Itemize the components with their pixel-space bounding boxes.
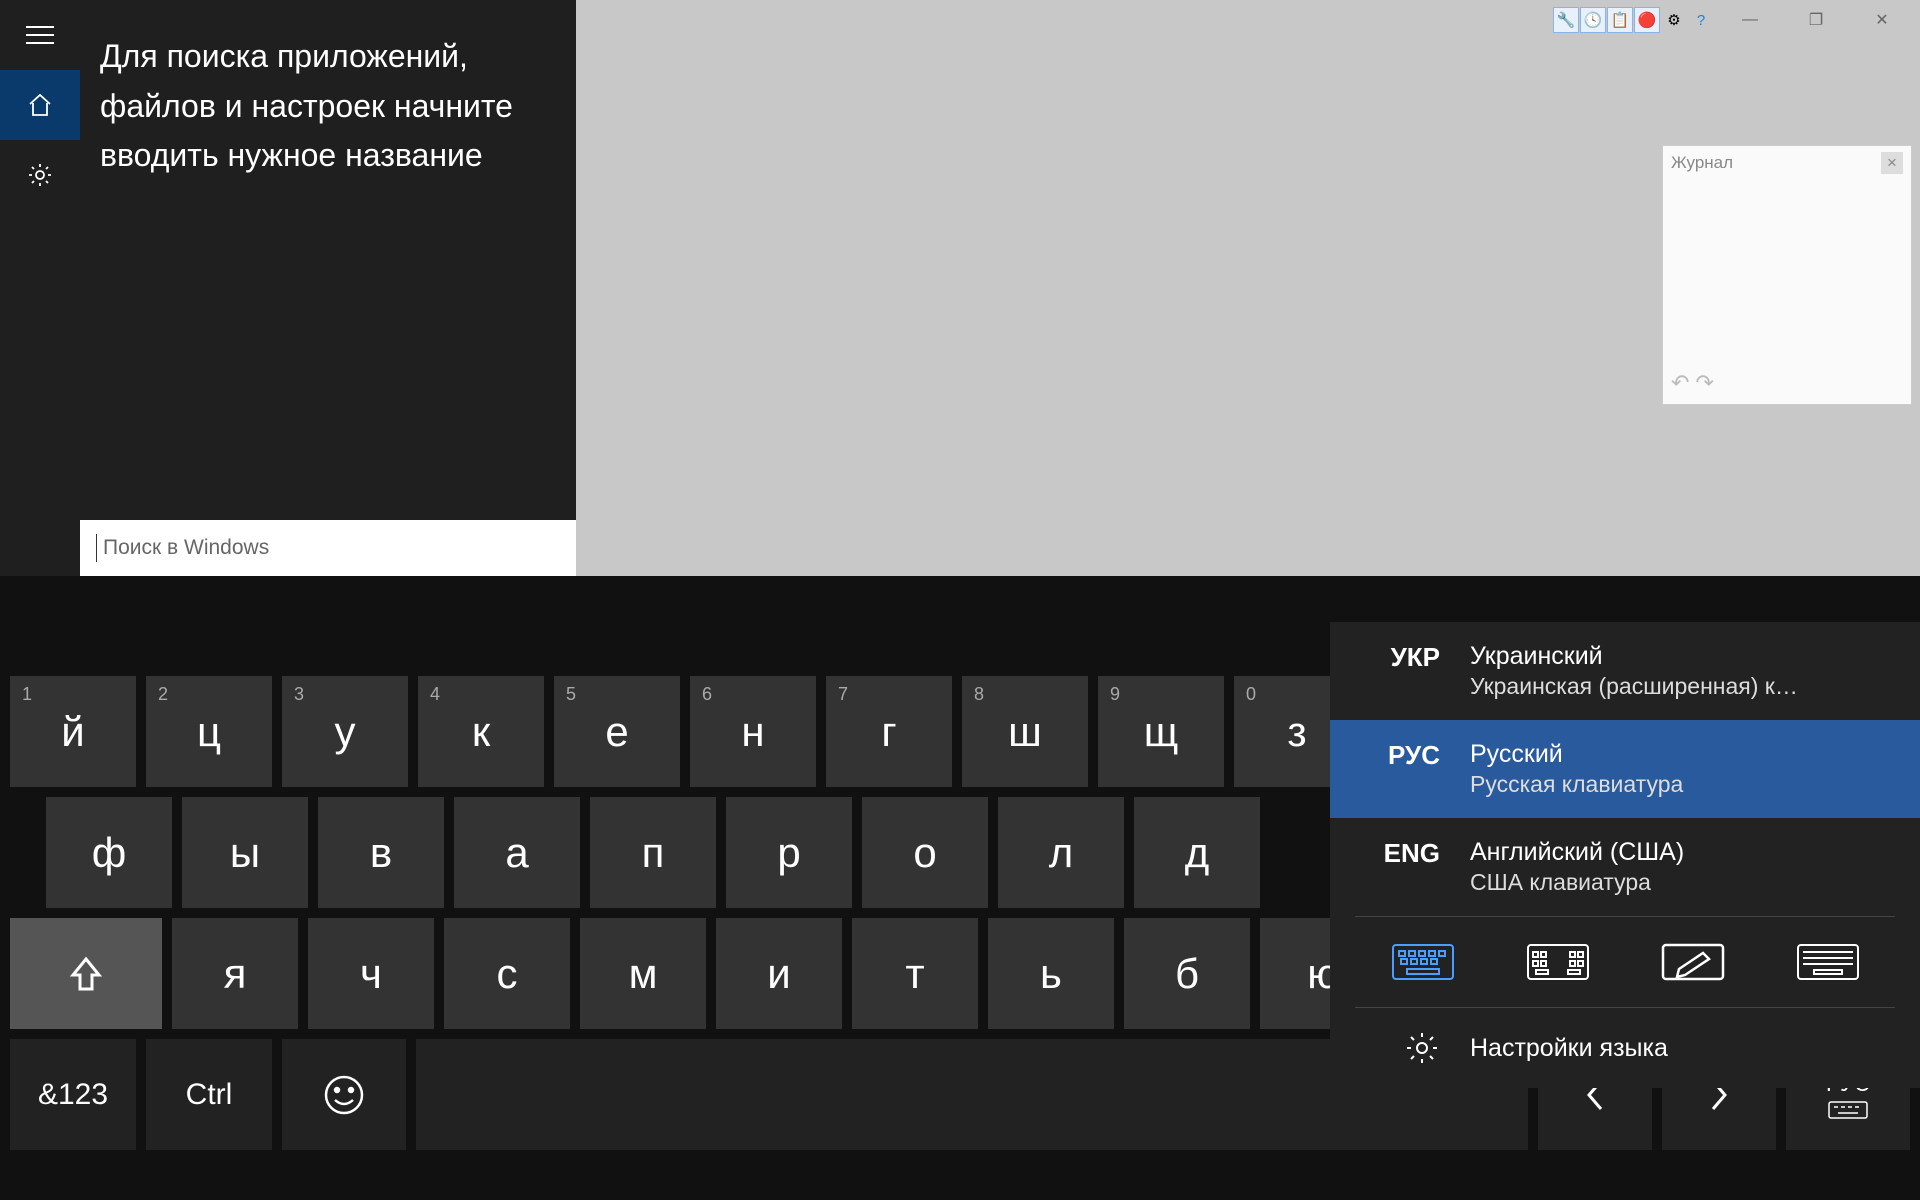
key-м[interactable]: м (580, 918, 706, 1029)
history-panel: Журнал × ↶ ↷ (1662, 145, 1912, 405)
history-back-icon[interactable]: ↶ (1671, 370, 1689, 396)
minimize-button[interactable]: — (1720, 5, 1780, 35)
keyboard-type-split[interactable] (1522, 939, 1594, 985)
key-н[interactable]: 6н (690, 676, 816, 787)
shift-key[interactable] (10, 918, 162, 1029)
history-forward-icon[interactable]: ↷ (1695, 370, 1713, 396)
keyboard-type-handwriting[interactable] (1657, 939, 1729, 985)
history-close-button[interactable]: × (1881, 152, 1903, 174)
key-ц[interactable]: 2ц (146, 676, 272, 787)
ctrl-key[interactable]: Ctrl (146, 1039, 272, 1150)
key-р[interactable]: р (726, 797, 852, 908)
language-layout: Русская клавиатура (1470, 771, 1890, 798)
tool-icon-color[interactable]: 🔴 (1634, 7, 1660, 33)
search-hint: Для поиска приложений, файлов и настроек… (100, 32, 546, 181)
language-item-укр[interactable]: УКР УкраинскийУкраинская (расширенная) к… (1330, 622, 1920, 720)
search-panel: Для поиска приложений, файлов и настроек… (0, 0, 576, 576)
key-г[interactable]: 7г (826, 676, 952, 787)
language-popup: УКР УкраинскийУкраинская (расширенная) к…… (1330, 622, 1920, 1088)
close-button[interactable]: ✕ (1852, 5, 1912, 35)
key-ы[interactable]: ы (182, 797, 308, 908)
key-у[interactable]: 3у (282, 676, 408, 787)
language-code: РУС (1360, 740, 1440, 771)
key-т[interactable]: т (852, 918, 978, 1029)
language-layout: Украинская (расширенная) к… (1470, 673, 1890, 700)
key-о[interactable]: о (862, 797, 988, 908)
key-п[interactable]: п (590, 797, 716, 908)
key-к[interactable]: 4к (418, 676, 544, 787)
language-layout: США клавиатура (1470, 869, 1890, 896)
menu-button[interactable] (0, 0, 80, 70)
symbols-key[interactable]: &123 (10, 1039, 136, 1150)
key-л[interactable]: л (998, 797, 1124, 908)
maximize-button[interactable]: ❐ (1786, 5, 1846, 35)
touch-keyboard: 1й2ц3у4к5е6н7г8ш9щ0з фывапролд ячсмитьбю… (0, 576, 1920, 1200)
language-item-eng[interactable]: ENG Английский (США)США клавиатура (1330, 818, 1920, 916)
tool-icon-copy[interactable]: 📋 (1607, 7, 1633, 33)
key-и[interactable]: и (716, 918, 842, 1029)
window-titlebar: 🔧 🕓 📋 🔴 ⚙ ? — ❐ ✕ (1553, 0, 1920, 40)
language-code: УКР (1360, 642, 1440, 673)
language-item-рус[interactable]: РУС РусскийРусская клавиатура (1330, 720, 1920, 818)
toolbar-icons: 🔧 🕓 📋 🔴 ⚙ ? (1553, 7, 1714, 33)
history-title: Журнал (1671, 153, 1733, 173)
key-ч[interactable]: ч (308, 918, 434, 1029)
key-ф[interactable]: ф (46, 797, 172, 908)
emoji-key[interactable] (282, 1039, 406, 1150)
tool-icon-clock[interactable]: 🕓 (1580, 7, 1606, 33)
tool-icon-1[interactable]: 🔧 (1553, 7, 1579, 33)
home-button[interactable] (0, 70, 80, 140)
key-д[interactable]: д (1134, 797, 1260, 908)
language-name: Английский (США) (1470, 838, 1890, 867)
language-name: Русский (1470, 740, 1890, 769)
tool-icon-gear[interactable]: ⚙ (1661, 7, 1687, 33)
key-с[interactable]: с (444, 918, 570, 1029)
search-input-wrap (80, 520, 576, 576)
key-щ[interactable]: 9щ (1098, 676, 1224, 787)
key-ш[interactable]: 8ш (962, 676, 1088, 787)
keyboard-type-full[interactable] (1792, 939, 1864, 985)
language-settings-button[interactable]: Настройки языка (1330, 1008, 1920, 1088)
keyboard-types (1330, 917, 1920, 1007)
search-input[interactable] (96, 534, 560, 562)
key-б[interactable]: б (1124, 918, 1250, 1029)
tool-icon-help[interactable]: ? (1688, 7, 1714, 33)
key-й[interactable]: 1й (10, 676, 136, 787)
key-в[interactable]: в (318, 797, 444, 908)
key-ь[interactable]: ь (988, 918, 1114, 1029)
gear-icon (1360, 1030, 1440, 1066)
language-name: Украинский (1470, 642, 1890, 671)
search-body: Для поиска приложений, файлов и настроек… (80, 0, 576, 576)
search-sidebar (0, 0, 80, 576)
key-я[interactable]: я (172, 918, 298, 1029)
key-е[interactable]: 5е (554, 676, 680, 787)
language-settings-label: Настройки языка (1470, 1034, 1668, 1063)
settings-button[interactable] (0, 140, 80, 210)
keyboard-type-standard[interactable] (1387, 939, 1459, 985)
language-code: ENG (1360, 838, 1440, 869)
key-а[interactable]: а (454, 797, 580, 908)
history-nav: ↶ ↷ (1671, 370, 1714, 396)
